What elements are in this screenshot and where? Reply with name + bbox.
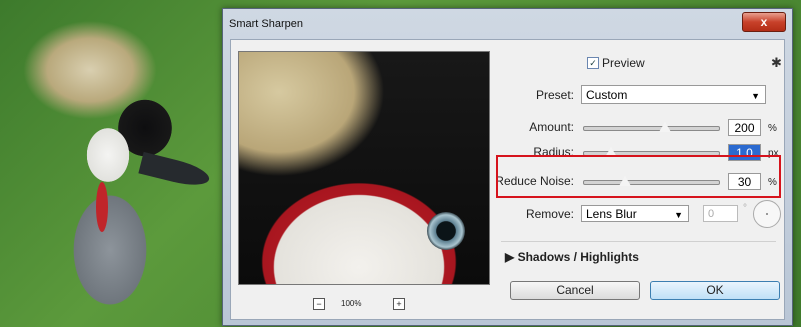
zoom-controls: − 100% +: [313, 298, 413, 312]
preview-checkbox[interactable]: ✓: [587, 57, 599, 69]
remove-label: Remove:: [525, 207, 574, 221]
section-divider: [501, 241, 776, 242]
close-button[interactable]: x: [742, 12, 786, 32]
preview-image[interactable]: [238, 51, 490, 285]
angle-field[interactable]: 0: [703, 205, 738, 222]
gear-icon[interactable]: ✱: [771, 55, 782, 71]
reduce-noise-highlight-box: [496, 155, 781, 198]
angle-dial[interactable]: [753, 200, 781, 228]
preview-image-content: [239, 52, 489, 284]
amount-slider[interactable]: [583, 122, 720, 132]
cancel-button[interactable]: Cancel: [510, 281, 640, 300]
zoom-out-button[interactable]: −: [313, 298, 325, 310]
preset-dropdown[interactable]: Custom ▼: [581, 85, 766, 104]
preview-label[interactable]: Preview: [602, 56, 645, 70]
chevron-down-icon: ▼: [751, 91, 760, 101]
amount-field[interactable]: 200: [728, 119, 761, 136]
shadows-highlights-label: Shadows / Highlights: [517, 250, 639, 264]
dialog-title: Smart Sharpen: [229, 18, 303, 30]
crane-wattle: [96, 182, 108, 232]
amount-unit: %: [768, 123, 777, 134]
crane-beak: [138, 151, 212, 191]
ok-button[interactable]: OK: [650, 281, 780, 300]
title-bar[interactable]: Smart Sharpen x: [223, 9, 792, 39]
preset-label: Preset:: [535, 88, 574, 102]
chevron-down-icon: ▼: [674, 210, 683, 220]
preset-value: Custom: [586, 88, 628, 102]
amount-slider-thumb[interactable]: [659, 122, 671, 132]
zoom-in-button[interactable]: +: [393, 298, 405, 310]
remove-value: Lens Blur: [586, 207, 637, 221]
zoom-level: 100%: [341, 299, 362, 308]
remove-dropdown[interactable]: Lens Blur ▼: [581, 205, 689, 222]
degree-unit: °: [743, 203, 747, 214]
amount-label: Amount:: [529, 120, 574, 134]
shadows-highlights-toggle[interactable]: ▶ Shadows / Highlights: [505, 250, 639, 264]
